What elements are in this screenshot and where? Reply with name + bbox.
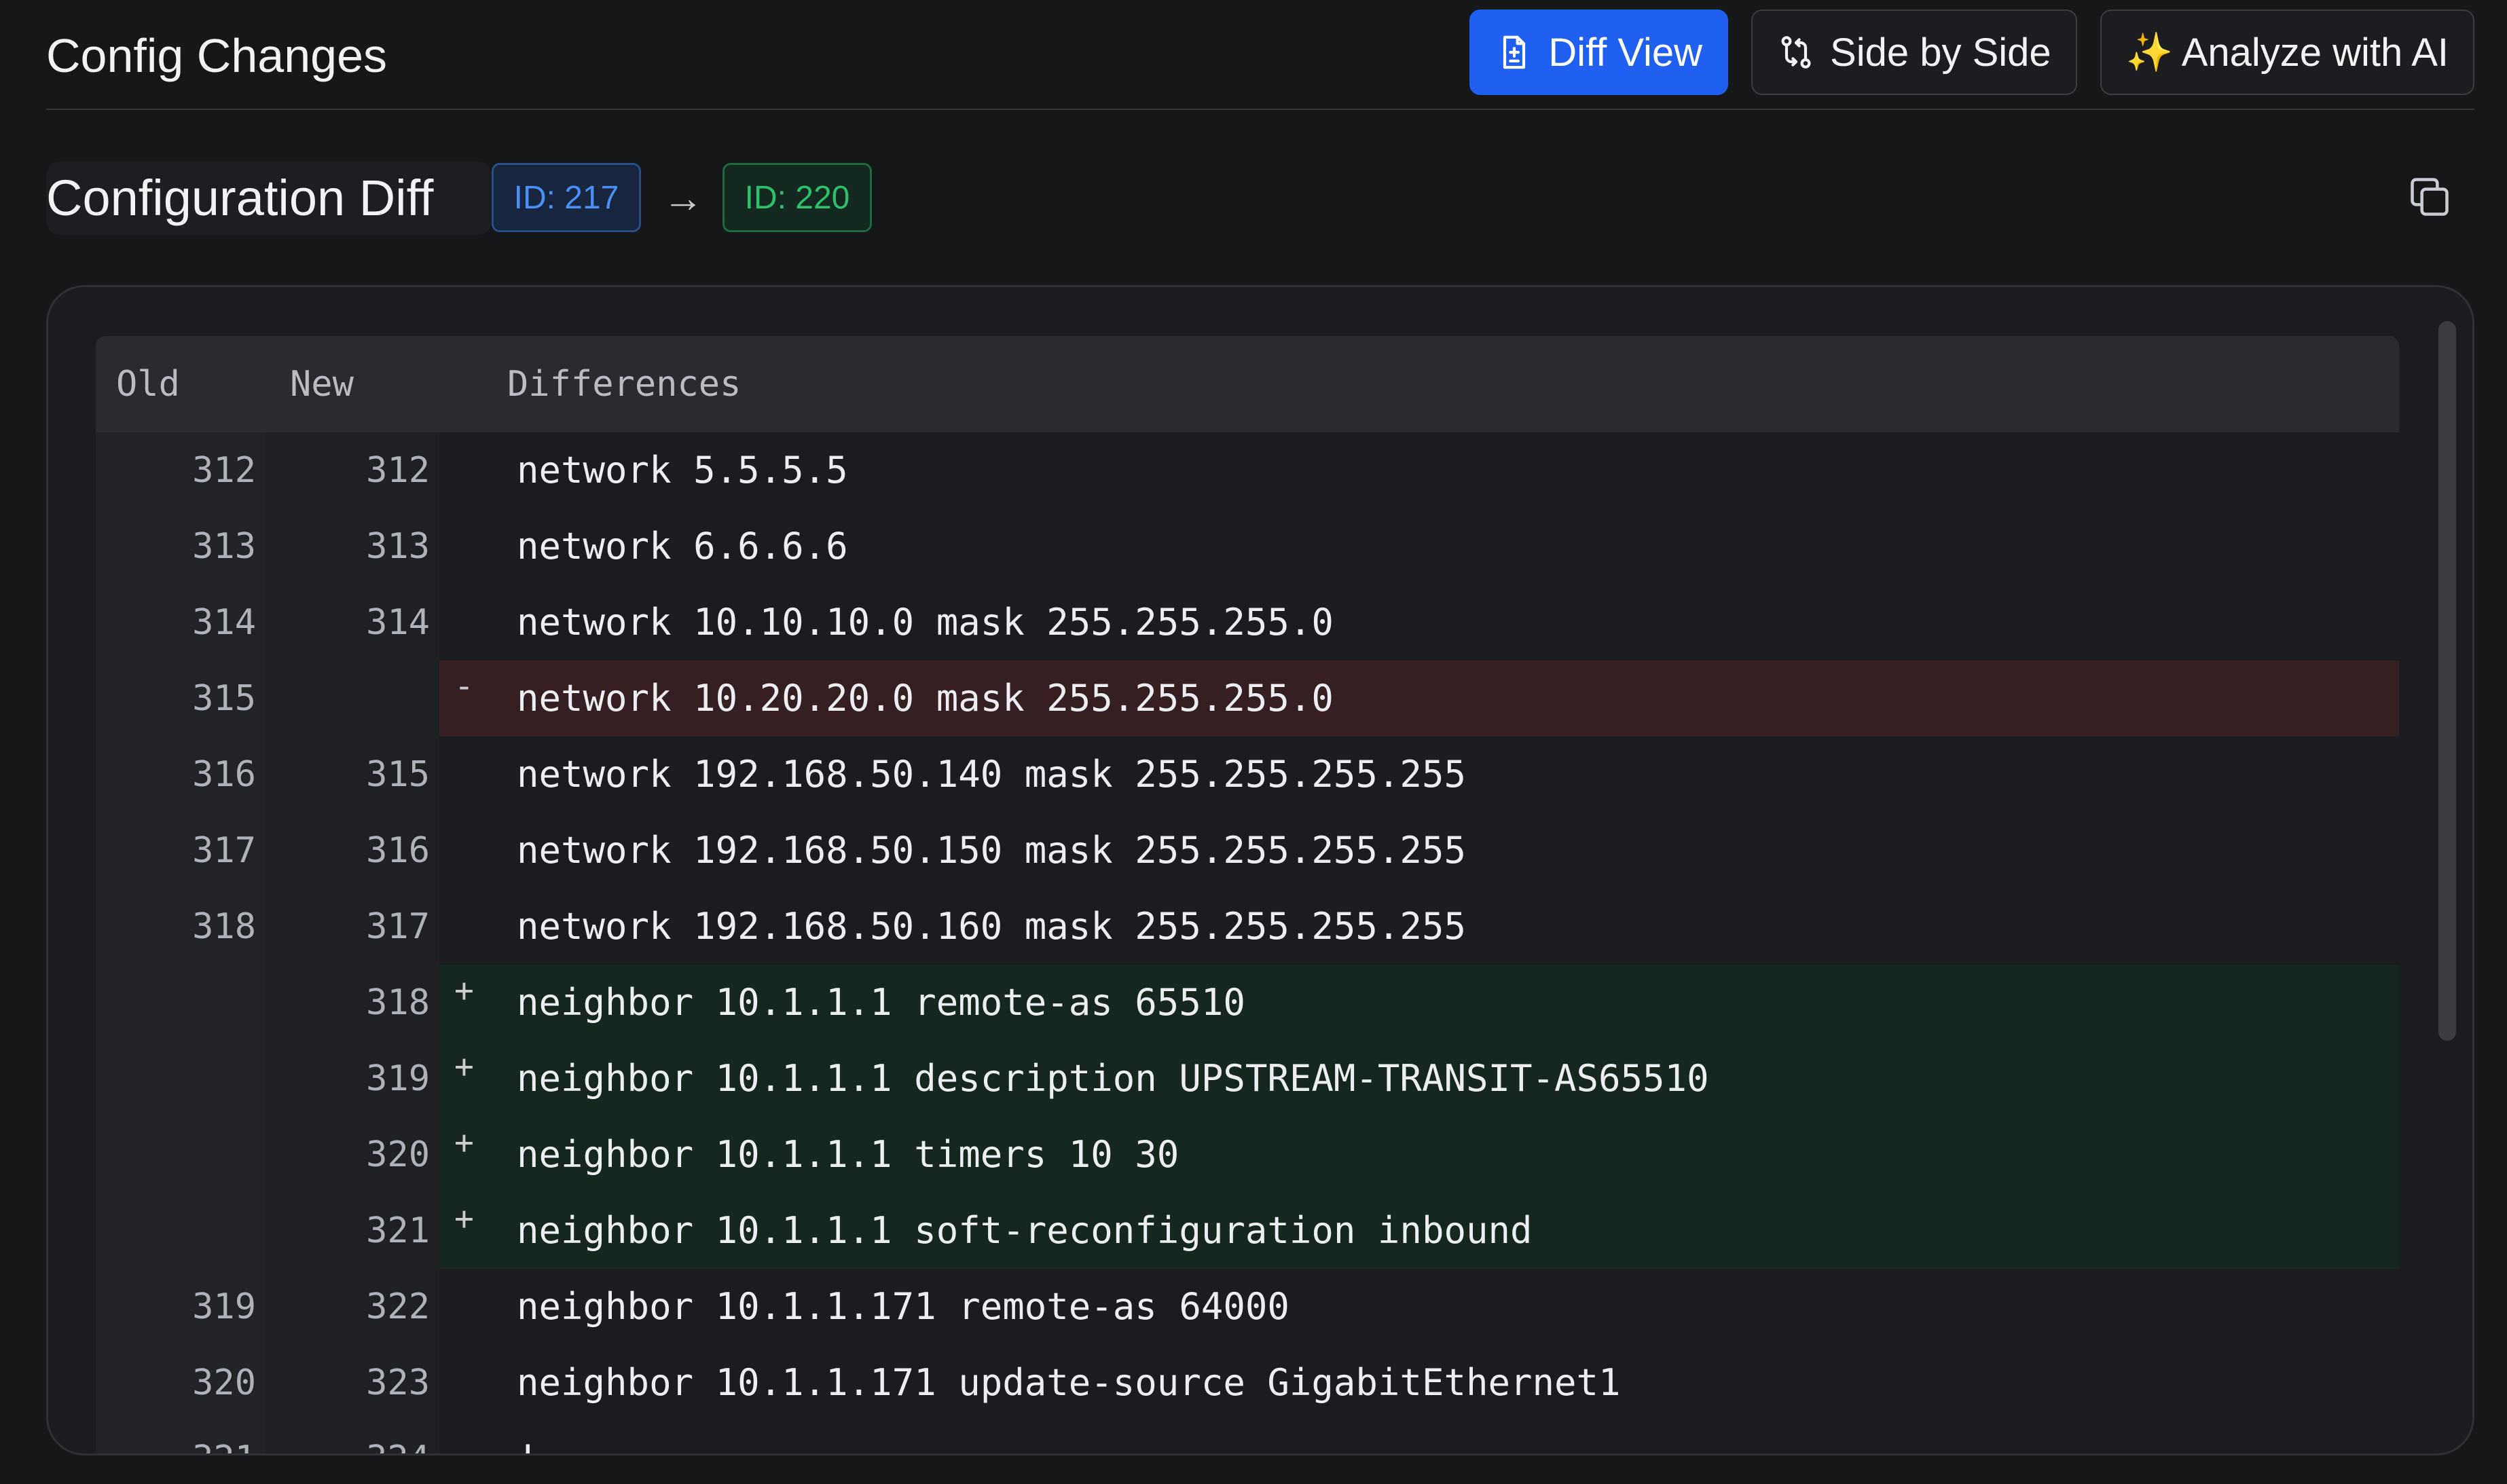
diff-marker: +	[454, 1047, 474, 1086]
config-changes-page: Config Changes Diff View Side by Side ✨ …	[0, 0, 2507, 1484]
view-toolbar: Diff View Side by Side ✨ Analyze with AI	[1469, 10, 2474, 95]
table-row-removed: 315 - network 10.20.20.0 mask 255.255.25…	[96, 661, 2399, 737]
diff-marker: +	[454, 1200, 474, 1238]
column-header-old: Old	[116, 364, 180, 405]
column-header-differences: Differences	[507, 364, 742, 405]
table-row: 313 313 network 6.6.6.6	[96, 508, 2399, 585]
new-line-number: 322	[366, 1286, 430, 1327]
diff-marker: -	[454, 667, 474, 705]
table-row: 321 324 !	[96, 1421, 2399, 1453]
table-row: 320 323 neighbor 10.1.1.171 update-sourc…	[96, 1345, 2399, 1421]
old-line-number: 318	[192, 906, 256, 947]
new-line-number: 312	[366, 450, 430, 491]
new-line-number: 323	[366, 1362, 430, 1403]
old-line-number: 319	[192, 1286, 256, 1327]
sparkles-icon: ✨	[2125, 31, 2174, 73]
copy-icon	[2411, 178, 2449, 216]
column-header-new: New	[290, 364, 354, 405]
diff-panel: Old New Differences 312 312 network 5.5.…	[46, 285, 2474, 1455]
table-row-added: 320 + neighbor 10.1.1.1 timers 10 30	[96, 1117, 2399, 1193]
diff-rows: 312 312 network 5.5.5.5 313 313 network …	[96, 432, 2399, 1453]
new-line-number: 319	[366, 1058, 430, 1099]
table-row: 316 315 network 192.168.50.140 mask 255.…	[96, 737, 2399, 813]
table-row: 317 316 network 192.168.50.150 mask 255.…	[96, 813, 2399, 889]
code-line: neighbor 10.1.1.171 remote-as 64000	[517, 1285, 1289, 1328]
code-line: neighbor 10.1.1.1 timers 10 30	[517, 1133, 1179, 1176]
side-by-side-button[interactable]: Side by Side	[1751, 10, 2077, 95]
old-line-number: 315	[192, 678, 256, 719]
old-line-number: 313	[192, 526, 256, 567]
old-id-badge: ID: 217	[492, 163, 641, 232]
old-line-number: 321	[96, 1421, 256, 1453]
document-diff-icon	[1495, 33, 1533, 71]
diff-marker: +	[454, 1124, 474, 1162]
diff-view-label: Diff View	[1548, 30, 1703, 75]
code-line: neighbor 10.1.1.1 remote-as 65510	[517, 981, 1245, 1024]
diff-view-button[interactable]: Diff View	[1469, 10, 1729, 95]
code-line: network 192.168.50.150 mask 255.255.255.…	[517, 829, 1466, 872]
old-line-number: 320	[192, 1362, 256, 1403]
code-line: !	[517, 1421, 539, 1453]
analyze-with-ai-button[interactable]: ✨ Analyze with AI	[2100, 10, 2474, 95]
old-line-number: 316	[192, 754, 256, 795]
table-row-added: 318 + neighbor 10.1.1.1 remote-as 65510	[96, 965, 2399, 1041]
code-line: network 192.168.50.160 mask 255.255.255.…	[517, 905, 1466, 948]
code-line: neighbor 10.1.1.1 description UPSTREAM-T…	[517, 1057, 1709, 1100]
new-id-badge: ID: 220	[722, 163, 872, 232]
arrow-right-icon: →	[663, 175, 703, 221]
new-line-number: 316	[366, 830, 430, 871]
new-line-number: 320	[366, 1134, 430, 1175]
old-line-number: 317	[192, 830, 256, 871]
code-line: network 5.5.5.5	[517, 449, 848, 491]
scrollbar[interactable]	[2438, 321, 2456, 1407]
table-row-added: 321 + neighbor 10.1.1.1 soft-reconfigura…	[96, 1193, 2399, 1269]
diff-table: Old New Differences 312 312 network 5.5.…	[96, 336, 2399, 1453]
code-line: neighbor 10.1.1.171 update-source Gigabi…	[517, 1361, 1621, 1404]
table-row: 314 314 network 10.10.10.0 mask 255.255.…	[96, 585, 2399, 661]
code-line: network 192.168.50.140 mask 255.255.255.…	[517, 753, 1466, 796]
analyze-with-ai-label: Analyze with AI	[2181, 30, 2449, 75]
code-line: network 10.20.20.0 mask 255.255.255.0	[517, 677, 1334, 720]
table-row: 319 322 neighbor 10.1.1.171 remote-as 64…	[96, 1269, 2399, 1345]
old-line-number: 314	[192, 602, 256, 643]
page-title: Config Changes	[46, 29, 387, 82]
code-line: neighbor 10.1.1.1 soft-reconfiguration i…	[517, 1209, 1533, 1252]
table-row: 312 312 network 5.5.5.5	[96, 432, 2399, 508]
copy-button[interactable]	[2407, 174, 2453, 220]
scrollbar-thumb[interactable]	[2438, 321, 2456, 1041]
new-line-number: 324	[266, 1421, 430, 1453]
new-line-number: 321	[366, 1210, 430, 1251]
new-line-number: 315	[366, 754, 430, 795]
new-line-number: 318	[366, 982, 430, 1023]
git-compare-icon	[1777, 33, 1815, 71]
table-row: 318 317 network 192.168.50.160 mask 255.…	[96, 889, 2399, 965]
page-header: Config Changes Diff View Side by Side ✨ …	[46, 0, 2474, 110]
new-line-number: 314	[366, 602, 430, 643]
diff-marker: +	[454, 971, 474, 1009]
section-title: Configuration Diff	[46, 170, 434, 226]
code-line: network 10.10.10.0 mask 255.255.255.0	[517, 601, 1334, 644]
side-by-side-label: Side by Side	[1830, 30, 2051, 75]
old-line-number: 312	[192, 450, 256, 491]
table-row-added: 319 + neighbor 10.1.1.1 description UPST…	[96, 1041, 2399, 1117]
code-line: network 6.6.6.6	[517, 525, 848, 568]
new-line-number: 317	[366, 906, 430, 947]
table-header: Old New Differences	[96, 336, 2399, 432]
new-line-number: 313	[366, 526, 430, 567]
